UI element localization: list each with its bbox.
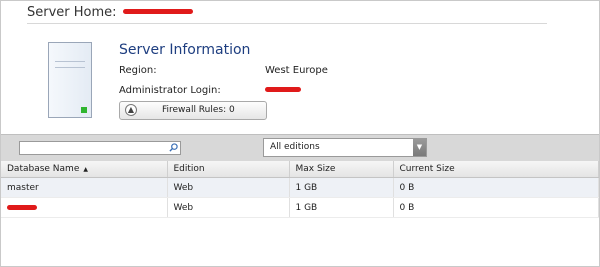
sort-up-icon: ▲ <box>83 166 88 173</box>
cell-current-size: 0 B <box>393 177 599 198</box>
cell-database-name: master <box>1 177 168 198</box>
server-home-header: Server Home: <box>27 5 193 20</box>
server-home-label: Server Home: <box>27 5 117 20</box>
server-status-led <box>81 107 87 113</box>
cell-max-size: 1 GB <box>289 177 394 198</box>
cell-database-name <box>1 197 168 218</box>
edition-dropdown[interactable]: All editions ▼ <box>263 138 427 157</box>
server-slot-line <box>55 67 85 68</box>
filter-toolbar: All editions ▼ <box>1 134 599 161</box>
cell-max-size: 1 GB <box>289 197 394 218</box>
firewall-rules-button[interactable]: ▲ Firewall Rules: 0 <box>119 101 267 120</box>
admin-login-redaction <box>265 87 301 92</box>
column-header-database-name[interactable]: Database Name ▲ <box>1 161 168 178</box>
table-header-row: Database Name ▲ Edition Max Size Current … <box>1 161 599 178</box>
server-info-title: Server Information <box>119 42 251 58</box>
database-name-redaction <box>7 204 37 210</box>
column-header-edition[interactable]: Edition <box>167 161 290 178</box>
cell-edition: Web <box>167 197 290 218</box>
cell-current-size: 0 B <box>393 197 599 218</box>
admin-login-label: Administrator Login: <box>119 85 221 96</box>
table-row[interactable]: Web 1 GB 0 B <box>1 197 599 218</box>
window-frame: Server Home: Server Information Region: … <box>0 0 600 267</box>
firewall-rules-label: Firewall Rules: 0 <box>162 105 235 115</box>
header-divider <box>27 23 547 24</box>
server-name-redaction <box>122 8 193 14</box>
column-header-max-size[interactable]: Max Size <box>289 161 394 178</box>
region-label: Region: <box>119 65 157 76</box>
cell-edition: Web <box>167 177 290 198</box>
column-header-current-size[interactable]: Current Size <box>393 161 599 178</box>
edition-selected-value: All editions <box>270 142 320 152</box>
database-table: Database Name ▲ Edition Max Size Current … <box>1 161 599 218</box>
server-icon <box>48 42 92 118</box>
chevron-up-icon: ▲ <box>125 104 137 116</box>
dropdown-arrow-icon[interactable]: ▼ <box>413 139 426 156</box>
server-slot-line <box>55 61 85 62</box>
search-input[interactable] <box>19 141 181 155</box>
table-row[interactable]: master Web 1 GB 0 B <box>1 177 599 198</box>
search-icon[interactable] <box>169 143 178 152</box>
region-value: West Europe <box>265 65 328 76</box>
